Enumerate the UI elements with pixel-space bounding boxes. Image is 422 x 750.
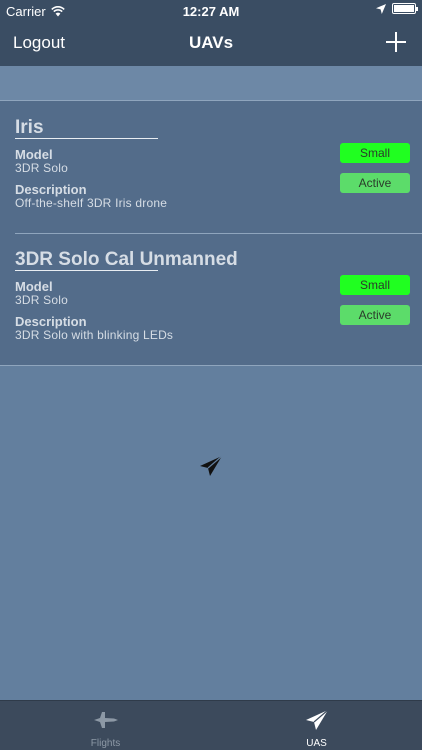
uav-cell[interactable]: Iris Model 3DR Solo Description Off-the-… (0, 101, 422, 234)
uav-name-underline (15, 270, 158, 271)
paper-plane-icon (306, 709, 329, 730)
tab-flights[interactable]: Flights (0, 701, 211, 750)
status-right-group (376, 3, 418, 14)
description-label: Description (15, 182, 87, 197)
uav-name: Iris (15, 117, 44, 138)
tab-uas-label: UAS (306, 738, 327, 749)
uav-list: Iris Model 3DR Solo Description Off-the-… (0, 101, 422, 366)
tab-flights-label: Flights (90, 738, 121, 749)
location-arrow-icon (376, 3, 386, 14)
description-value: Off-the-shelf 3DR Iris drone (15, 196, 168, 210)
description-value: 3DR Solo with blinking LEDs (15, 328, 174, 342)
jet-icon (94, 712, 118, 728)
model-value: 3DR Solo (15, 293, 68, 307)
page-title: UAVs (188, 33, 234, 52)
battery-fill (394, 5, 414, 12)
tab-bar: Flights UAS (0, 700, 422, 750)
navigation-bar: Logout UAVs (0, 22, 422, 66)
status-bar: Carrier 12:27 AM (0, 0, 422, 22)
status-time: 12:27 AM (182, 4, 240, 19)
status-badge[interactable]: Active (340, 173, 410, 193)
uav-cell[interactable]: 3DR Solo Cal Unmanned Model 3DR Solo Des… (0, 234, 422, 366)
description-label: Description (15, 314, 87, 329)
battery-icon (392, 3, 418, 14)
tab-uas[interactable]: UAS (211, 701, 422, 750)
size-badge[interactable]: Small (340, 143, 410, 163)
plus-icon[interactable] (382, 28, 410, 56)
model-label: Model (15, 279, 53, 294)
uav-name-underline (15, 138, 158, 139)
status-badge[interactable]: Active (340, 305, 410, 325)
table-header-band (0, 66, 422, 101)
uav-name: 3DR Solo Cal Unmanned (15, 249, 238, 270)
model-label: Model (15, 147, 53, 162)
size-badge[interactable]: Small (340, 275, 410, 295)
paper-plane-icon (200, 455, 223, 476)
model-value: 3DR Solo (15, 161, 68, 175)
